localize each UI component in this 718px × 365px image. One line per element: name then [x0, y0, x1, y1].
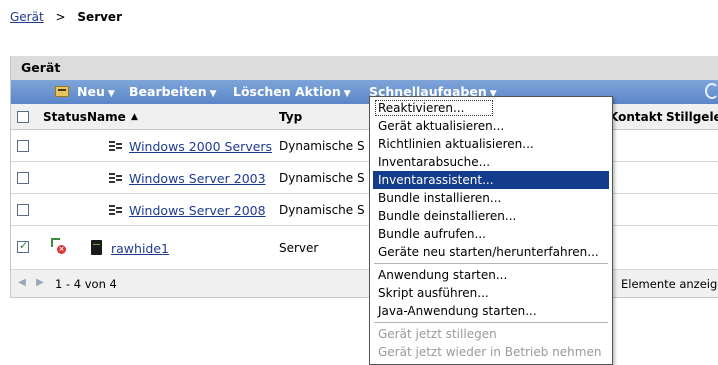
new-menu-button[interactable]: Neu ▼ [77, 84, 115, 99]
menu-item-restart-shutdown[interactable]: Geräte neu starten/herunterfahren... [370, 243, 612, 261]
panel-title: Gerät [11, 56, 718, 80]
row-checkbox-checked[interactable] [17, 239, 29, 253]
type-cell: Dynamische S [279, 171, 365, 185]
server-icon [91, 240, 102, 255]
device-group-icon [109, 139, 123, 153]
menu-item-inventory-scan[interactable]: Inventarabsuche... [370, 153, 612, 171]
breadcrumb-separator: > [55, 10, 66, 24]
delete-button[interactable]: Löschen [233, 84, 291, 99]
status-error-icon: × [51, 238, 66, 254]
chevron-down-icon: ▼ [209, 89, 217, 99]
edit-menu-button[interactable]: Bearbeiten ▼ [129, 84, 217, 99]
menu-item-launch-bundle[interactable]: Bundle aufrufen... [370, 225, 612, 243]
menu-item-retire-device: Gerät jetzt stillegen [378, 327, 497, 341]
menu-item-launch-application[interactable]: Anwendung starten... [370, 266, 612, 284]
show-items-label[interactable]: Elemente anzeigen [621, 277, 718, 291]
menu-separator [374, 263, 608, 264]
folder-icon[interactable] [55, 86, 69, 97]
next-page-button[interactable]: ▶ [33, 276, 47, 290]
breadcrumb-link-device[interactable]: Gerät [10, 10, 44, 24]
device-link[interactable]: rawhide1 [111, 241, 169, 256]
type-cell: Server [279, 241, 319, 255]
device-link[interactable]: Windows 2000 Servers [129, 139, 272, 154]
row-checkbox[interactable] [17, 172, 29, 184]
menu-item-unretire-device: Gerät jetzt wieder in Betrieb nehmen [378, 345, 602, 359]
column-header-type[interactable]: Typ [279, 110, 302, 124]
column-header-contact[interactable]: Kontakt [609, 110, 662, 124]
device-link[interactable]: Windows Server 2008 [129, 203, 266, 218]
refresh-icon[interactable] [705, 83, 718, 99]
menu-separator [374, 322, 608, 323]
menu-item-update-device[interactable]: Gerät aktualisieren... [370, 117, 612, 135]
device-group-icon [109, 171, 123, 185]
row-checkbox[interactable] [17, 140, 29, 152]
column-header-name[interactable]: Name [87, 110, 126, 124]
menu-item-update-policies[interactable]: Richtlinien aktualisieren... [370, 135, 612, 153]
page-range: 1 - 4 von 4 [55, 277, 117, 291]
menu-item-install-bundle[interactable]: Bundle installieren... [370, 189, 612, 207]
column-header-retired[interactable]: Stillgeleg [666, 110, 718, 124]
quick-tasks-dropdown: Reaktivieren... Gerät aktualisieren... R… [369, 96, 613, 365]
type-cell: Dynamische S [279, 139, 365, 153]
chevron-down-icon: ▼ [107, 89, 115, 99]
breadcrumb-current: Server [77, 10, 122, 24]
chevron-down-icon: ▼ [343, 89, 351, 99]
menu-item-launch-java-app[interactable]: Java-Anwendung starten... [370, 302, 612, 320]
select-all-checkbox[interactable] [17, 111, 29, 123]
menu-item-inventory-wizard[interactable]: Inventarassistent... [373, 171, 609, 189]
sort-ascending-icon: ▲ [131, 112, 138, 122]
row-checkbox[interactable] [17, 204, 29, 216]
device-link[interactable]: Windows Server 2003 [129, 171, 266, 186]
menu-item-uninstall-bundle[interactable]: Bundle deinstallieren... [370, 207, 612, 225]
device-group-icon [109, 203, 123, 217]
column-header-status[interactable]: Status [43, 110, 87, 124]
type-cell: Dynamische S [279, 203, 365, 217]
menu-item-reactivate[interactable]: Reaktivieren... [374, 99, 494, 117]
breadcrumb: Gerät > Server [10, 10, 122, 24]
previous-page-button[interactable]: ◀ [15, 276, 29, 290]
menu-item-run-script[interactable]: Skript ausführen... [370, 284, 612, 302]
action-menu-button[interactable]: Aktion ▼ [295, 84, 351, 99]
